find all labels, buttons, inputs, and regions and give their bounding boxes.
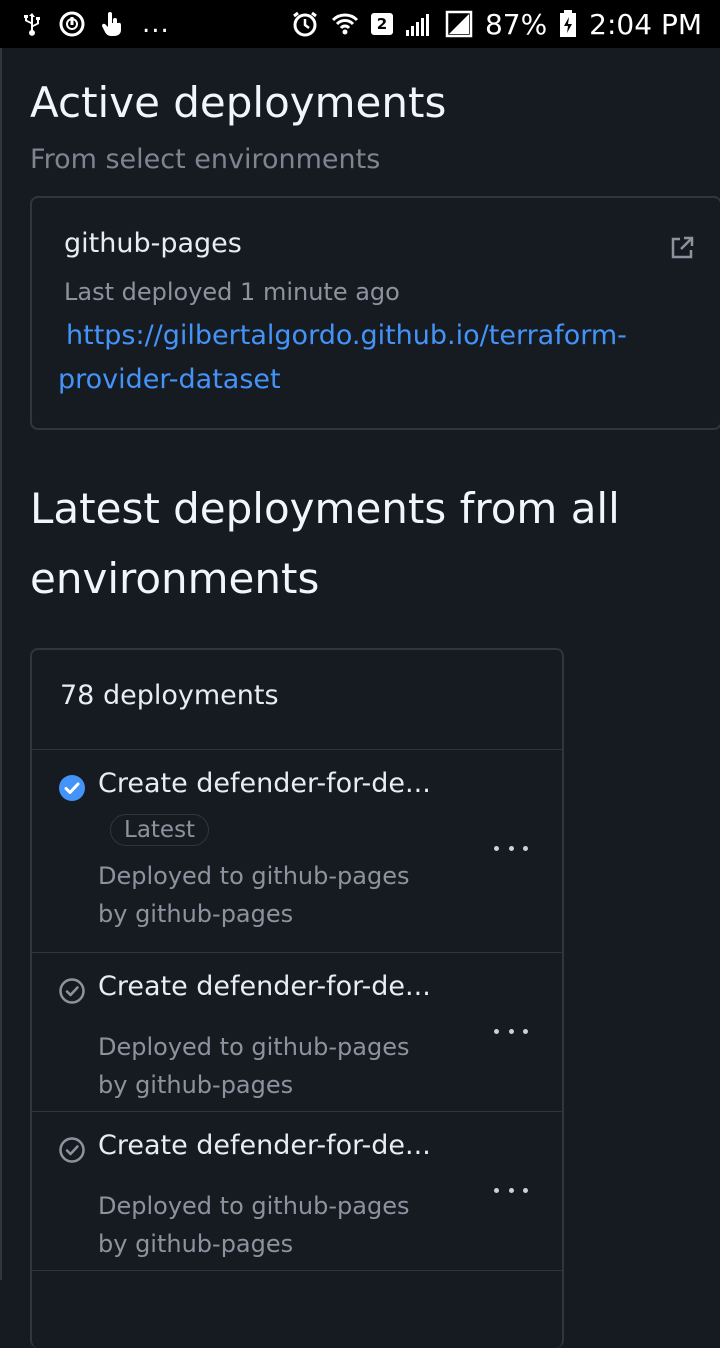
deployment-target: Deployed to github-pages	[98, 862, 410, 890]
deployment-target: Deployed to github-pages	[98, 1033, 410, 1061]
signal-icon	[405, 10, 433, 38]
deployment-row[interactable]: Create defender-for-de... Deployed to gi…	[32, 953, 562, 1112]
deployment-target: Deployed to github-pages	[98, 1192, 410, 1220]
environment-name[interactable]: github-pages	[64, 228, 242, 259]
latest-deployments-heading: Latest deployments from all environments	[30, 484, 620, 603]
deployments-count: 78 deployments	[32, 650, 562, 750]
alarm-icon	[291, 10, 319, 38]
active-deployment-card: github-pages Last deployed 1 minute ago …	[30, 196, 720, 430]
deployments-page: Active deployments From select environme…	[0, 48, 720, 1348]
external-link-icon[interactable]	[668, 234, 696, 262]
deployment-title[interactable]: Create defender-for-de...	[98, 768, 431, 799]
deployment-row[interactable]: Create defender-for-de... Latest Deploye…	[32, 750, 562, 953]
kebab-menu-icon[interactable]	[494, 1180, 528, 1200]
deployment-row[interactable]: Create defender-for-de... Deployed to gi…	[32, 1112, 562, 1271]
usb-debug-icon	[18, 10, 46, 38]
sim-badge: 2	[370, 13, 393, 35]
deployment-title[interactable]: Create defender-for-de...	[98, 971, 431, 1002]
last-deployed-text: Last deployed 1 minute ago	[64, 278, 400, 306]
latest-badge: Latest	[110, 814, 210, 846]
signal-box-icon	[445, 10, 473, 38]
deployment-author: by github-pages	[98, 900, 294, 928]
active-deployments-subtitle: From select environments	[30, 144, 381, 175]
clock-time: 2:04 PM	[589, 7, 702, 41]
status-overflow-text: ...	[142, 9, 170, 39]
check-circle-icon	[58, 977, 86, 1005]
kebab-menu-icon[interactable]	[494, 1021, 528, 1041]
deployment-author: by github-pages	[98, 1071, 294, 1099]
status-bar: ... 2 87% 2:04 PM	[0, 0, 720, 48]
environment-url-link[interactable]: https://gilbertalgordo.github.io/terrafo…	[58, 314, 678, 402]
deployments-list: 78 deployments Create defender-for-de...…	[30, 648, 564, 1348]
battery-percent: 87%	[484, 7, 548, 41]
kebab-menu-icon[interactable]	[494, 838, 528, 858]
power-sync-icon	[58, 10, 86, 38]
check-circle-fill-icon	[58, 774, 86, 802]
wifi-icon	[331, 10, 359, 38]
check-circle-icon	[58, 1136, 86, 1164]
touch-icon	[98, 10, 126, 38]
battery-charging-icon	[559, 10, 577, 38]
deployment-author: by github-pages	[98, 1230, 294, 1258]
deployment-title[interactable]: Create defender-for-de...	[98, 1130, 431, 1161]
status-bar-right: 2 87% 2:04 PM	[291, 8, 702, 41]
status-bar-left: ...	[18, 9, 170, 39]
active-deployments-heading: Active deployments	[30, 78, 447, 127]
